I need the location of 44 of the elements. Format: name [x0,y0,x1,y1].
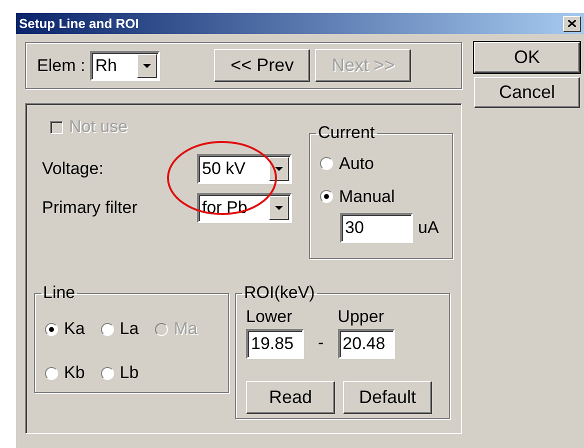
window-title: Setup Line and ROI [19,16,139,31]
close-button[interactable] [563,16,581,32]
ok-button[interactable]: OK [474,42,580,73]
close-icon [568,20,576,27]
radio-option[interactable]: Kb [45,356,85,390]
prev-button[interactable]: << Prev [214,49,310,82]
radio-option[interactable]: Auto [320,147,442,180]
group-title: Line [42,283,76,303]
group-title: ROI(keV) [243,283,316,303]
default-button[interactable]: Default [343,381,432,414]
radio-button[interactable] [45,366,58,380]
unit-label: uA [418,218,439,238]
setting-label: Primary filter [42,198,138,218]
caret-icon [143,64,152,68]
radio-label: Kb [64,363,85,383]
radio-label: Lb [120,363,139,383]
radio-option[interactable]: Manual [320,180,442,213]
cancel-button[interactable]: Cancel [474,77,580,108]
setting-dropdown[interactable]: 50 kV [197,154,292,184]
read-button[interactable]: Read [246,381,335,414]
upper-label: Upper [338,307,385,327]
caret-icon [275,166,283,170]
radio-button[interactable] [45,322,58,336]
elem-label: Elem : [37,56,86,76]
radio-option[interactable]: Ka [45,312,85,346]
radio-button[interactable] [320,157,333,170]
radio-label: La [120,319,139,339]
element-dropdown[interactable]: Rh [90,50,160,80]
radio-label: Ka [64,319,85,339]
range-dash: - [318,333,324,353]
lower-input[interactable]: 19.85 [246,329,304,359]
radio-option[interactable]: La [100,312,139,346]
setting-label: Voltage: [42,158,104,178]
radio-button[interactable] [100,366,114,380]
upper-input[interactable]: 20.48 [338,329,395,359]
radio-label: Auto [339,154,374,174]
current-input[interactable]: 30 [340,213,413,243]
radio-option[interactable]: Lb [100,356,139,390]
radio-button[interactable] [100,322,114,336]
caret-icon [275,206,283,210]
group-title: Current [317,123,376,143]
radio-button[interactable] [320,190,333,203]
lower-label: Lower [246,307,294,327]
radio-label: Manual [339,186,395,206]
